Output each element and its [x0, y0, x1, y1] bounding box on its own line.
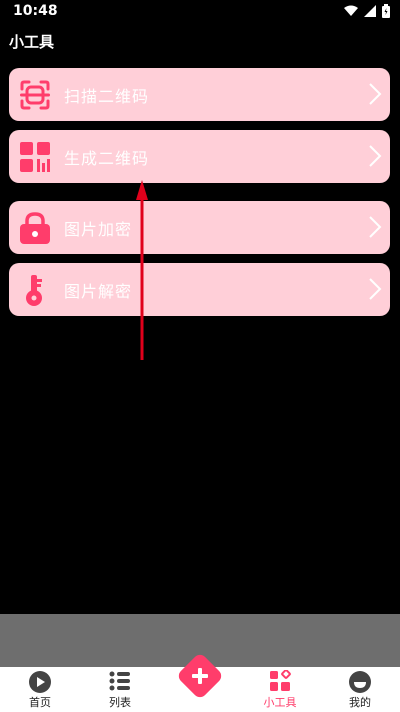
nav-label: 列表	[109, 696, 131, 709]
nav-list[interactable]: 列表	[90, 667, 150, 712]
nav-profile[interactable]: 我的	[330, 667, 390, 712]
profile-icon	[349, 671, 371, 693]
nav-label: 首页	[29, 696, 51, 709]
add-icon	[183, 659, 217, 693]
play-icon	[29, 671, 51, 693]
nav-home[interactable]: 首页	[10, 667, 70, 712]
annotation-arrow	[136, 180, 148, 360]
nav-tools[interactable]: 小工具	[250, 667, 310, 712]
nav-label: 小工具	[263, 696, 297, 709]
list-icon	[109, 671, 130, 691]
nav-label: 我的	[349, 696, 371, 709]
tools-icon	[270, 670, 291, 691]
